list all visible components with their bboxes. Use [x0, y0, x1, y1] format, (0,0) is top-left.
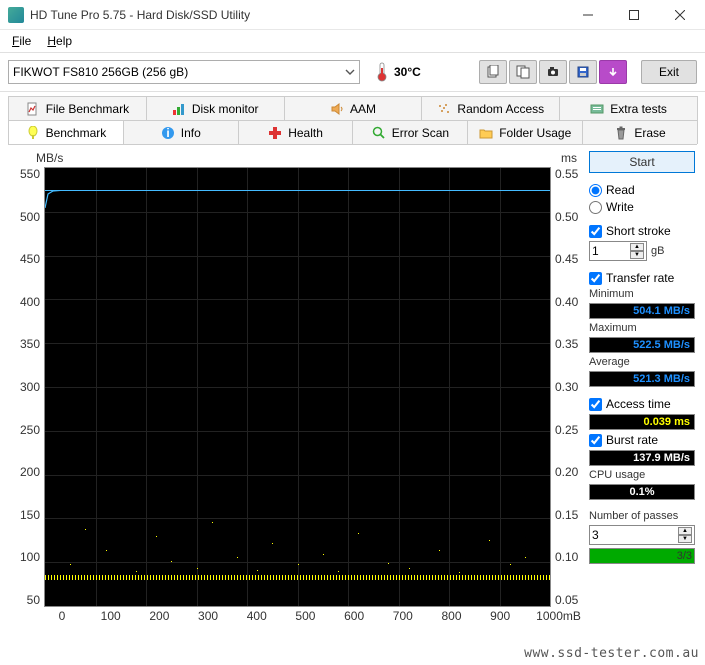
tab-disk-monitor[interactable]: Disk monitor: [146, 96, 285, 120]
read-radio[interactable]: Read: [589, 183, 695, 197]
average-label: Average: [589, 356, 695, 368]
maximum-value: 522.5 MB/s: [589, 337, 695, 353]
health-icon: [268, 126, 282, 140]
disk-monitor-icon: [172, 102, 186, 116]
unit-left: MB/s: [36, 151, 63, 165]
passes-input[interactable]: 3▲▼: [589, 525, 695, 545]
tab-info[interactable]: iInfo: [123, 120, 239, 144]
minimum-label: Minimum: [589, 288, 695, 300]
transfer-line-start: [45, 190, 65, 208]
tab-benchmark[interactable]: Benchmark: [8, 120, 124, 144]
x-axis: 01002003004005006007008009001000mB: [10, 607, 581, 623]
minimum-value: 504.1 MB/s: [589, 303, 695, 319]
error-scan-icon: [372, 126, 386, 140]
access-time-value: 0.039 ms: [589, 414, 695, 430]
passes-label: Number of passes: [589, 510, 695, 522]
window-controls: [565, 0, 703, 30]
chart-plot: [44, 167, 551, 607]
watermark: www.ssd-tester.com.au: [524, 646, 699, 661]
tab-erase[interactable]: Erase: [582, 120, 698, 144]
access-time-scatter: [45, 508, 550, 578]
tab-row-1: File Benchmark Disk monitor AAM Random A…: [8, 96, 697, 121]
temperature: 30°C: [376, 62, 421, 82]
menu-file[interactable]: File: [6, 32, 37, 50]
y-axis-left: 55050045040035030025020015010050: [10, 167, 44, 607]
speaker-icon: [330, 102, 344, 116]
thermometer-icon: [376, 62, 388, 82]
burst-rate-check[interactable]: Burst rate: [589, 433, 695, 447]
window-title: HD Tune Pro 5.75 - Hard Disk/SSD Utility: [30, 8, 565, 22]
tab-file-benchmark[interactable]: File Benchmark: [8, 96, 147, 120]
tab-folder-usage[interactable]: Folder Usage: [467, 120, 583, 144]
erase-icon: [614, 126, 628, 140]
save-button[interactable]: [569, 60, 597, 84]
app-icon: [8, 7, 24, 23]
menubar: File Help: [0, 30, 705, 52]
y-axis-right: 0.550.500.450.400.350.300.250.200.150.10…: [551, 167, 581, 607]
unit-right: ms: [561, 151, 577, 165]
short-stroke-unit: gB: [651, 245, 664, 257]
exit-button[interactable]: Exit: [641, 60, 697, 84]
temperature-value: 30°C: [394, 65, 421, 79]
maximum-label: Maximum: [589, 322, 695, 334]
main-content: MB/s ms 55050045040035030025020015010050…: [0, 145, 705, 627]
random-access-icon: [437, 102, 451, 116]
titlebar: HD Tune Pro 5.75 - Hard Disk/SSD Utility: [0, 0, 705, 30]
tab-health[interactable]: Health: [238, 120, 354, 144]
average-value: 521.3 MB/s: [589, 371, 695, 387]
svg-text:i: i: [166, 126, 169, 140]
spinner[interactable]: ▲▼: [678, 527, 692, 543]
burst-rate-value: 137.9 MB/s: [589, 450, 695, 466]
tab-extra-tests[interactable]: Extra tests: [559, 96, 698, 120]
menu-help[interactable]: Help: [41, 32, 78, 50]
close-button[interactable]: [657, 0, 703, 30]
cpu-usage-value: 0.1%: [589, 484, 695, 500]
transfer-rate-line: [45, 190, 550, 191]
folder-icon: [479, 126, 493, 140]
passes-progress: 3/3: [589, 548, 695, 564]
chevron-down-icon: [345, 67, 355, 77]
drive-selector-text: FIKWOT FS810 256GB (256 gB): [13, 65, 188, 79]
copy-screenshot-button[interactable]: [509, 60, 537, 84]
save-screenshot-button[interactable]: [539, 60, 567, 84]
tab-aam[interactable]: AAM: [284, 96, 423, 120]
extra-tests-icon: [590, 102, 604, 116]
chart-area: MB/s ms 55050045040035030025020015010050…: [10, 151, 581, 623]
info-icon: i: [161, 126, 175, 140]
chart-units: MB/s ms: [10, 151, 581, 167]
tab-container: File Benchmark Disk monitor AAM Random A…: [0, 92, 705, 145]
tab-error-scan[interactable]: Error Scan: [352, 120, 468, 144]
minimize-button[interactable]: [565, 0, 611, 30]
copy-info-button[interactable]: [479, 60, 507, 84]
write-radio[interactable]: Write: [589, 200, 695, 214]
benchmark-icon: [26, 126, 40, 140]
access-time-check[interactable]: Access time: [589, 397, 695, 411]
file-benchmark-icon: [26, 102, 40, 116]
maximize-button[interactable]: [611, 0, 657, 30]
short-stroke-check[interactable]: Short stroke: [589, 224, 695, 238]
tab-row-2: Benchmark iInfo Health Error Scan Folder…: [8, 120, 697, 145]
cpu-usage-label: CPU usage: [589, 469, 695, 481]
drive-selector[interactable]: FIKWOT FS810 256GB (256 gB): [8, 60, 360, 84]
spinner[interactable]: ▲▼: [630, 243, 644, 259]
options-button[interactable]: [599, 60, 627, 84]
side-panel: Start Read Write Short stroke 1▲▼ gB Tra…: [589, 151, 695, 623]
short-stroke-input[interactable]: 1▲▼: [589, 241, 647, 261]
toolbar: FIKWOT FS810 256GB (256 gB) 30°C Exit: [0, 52, 705, 92]
start-button[interactable]: Start: [589, 151, 695, 173]
toolbar-buttons: [479, 60, 627, 84]
tab-random-access[interactable]: Random Access: [421, 96, 560, 120]
transfer-rate-check[interactable]: Transfer rate: [589, 271, 695, 285]
